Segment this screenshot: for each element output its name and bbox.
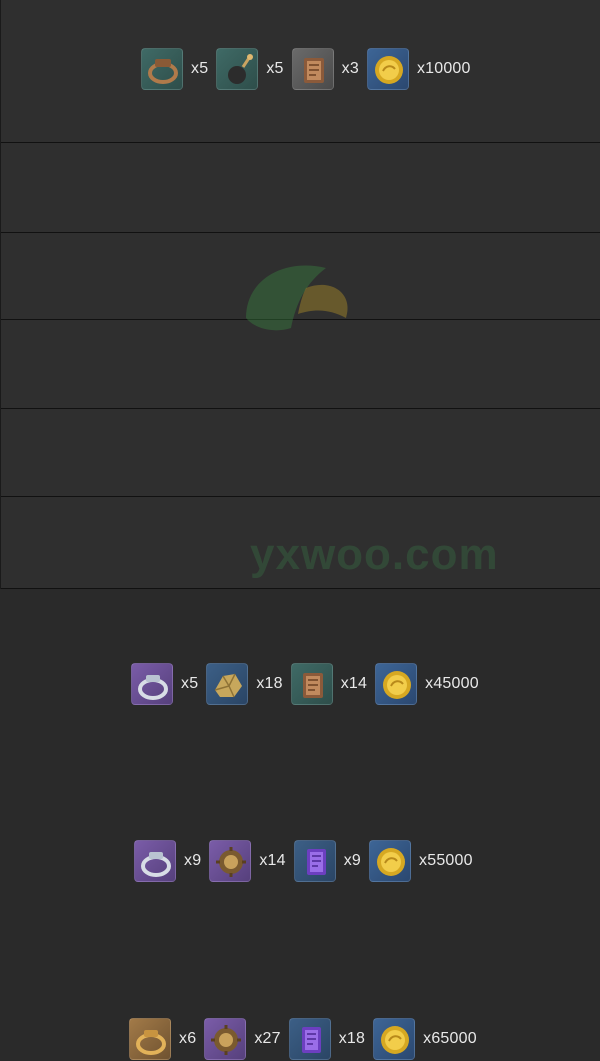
gold-coin-icon [366,48,409,90]
purple-scroll-icon [293,840,336,882]
reward-items: x6 x27 x18 x65000 [129,1017,485,1061]
reward-item: x5 [216,48,283,90]
ring-gold-icon [129,1018,171,1060]
reward-items: x5 x5 x3 x10000 [141,47,479,91]
reward-item: x27 [204,1018,281,1060]
item-quantity: x5 [191,60,209,77]
reward-item: x18 [288,1018,366,1060]
item-quantity: x14 [259,852,286,869]
item-quantity: x5 [181,675,199,692]
reward-row-5: x9 x14 x9 x55000 [1,409,600,882]
item-quantity: x9 [184,852,202,869]
item-quantity: x6 [179,1030,197,1047]
gear-orb-icon [209,840,252,882]
reward-item: x55000 [369,840,473,882]
reward-row-2: x5x18x12x20000 [1,143,600,351]
reward-row-6: x6 x27 x18 x65000 [1,497,600,1060]
gold-coin-icon [375,663,418,705]
item-quantity: x3 [341,60,359,77]
ring-bronze-icon [141,48,183,90]
ring-silver-icon [134,840,176,882]
item-quantity: x27 [254,1030,281,1047]
reward-row-1: x5 x5 x3 x10000 [1,0,600,143]
reward-item: x65000 [373,1018,477,1060]
reward-row-4: x5 x18 x14 x45000 [1,320,600,705]
reward-item: x9 [293,840,362,882]
reward-item: x45000 [375,663,479,705]
reward-item: x10000 [366,48,471,90]
ring-silver-icon [131,663,173,705]
reward-item: x9 [134,840,201,882]
reward-items: x5 x18 x14 x45000 [131,662,487,706]
item-quantity: x18 [338,1030,366,1047]
item-quantity: x5 [266,60,284,77]
item-quantity: x9 [343,852,362,869]
ore-icon [206,663,249,705]
purple-scroll-icon [288,1018,331,1060]
scroll-icon [290,663,333,705]
reward-item: x6 [129,1018,196,1060]
reward-item: x14 [290,663,368,705]
item-quantity: x55000 [419,852,473,869]
reward-table: x5 x5 x3 x10000 x5x18x12x20000 x9x9x9x30000… [0,0,600,1060]
reward-items: x9 x14 x9 x55000 [134,839,481,883]
item-quantity: x10000 [416,60,471,77]
reward-item: x3 [291,48,359,90]
reward-item: x18 [206,663,283,705]
reward-item: x5 [141,48,208,90]
item-quantity: x18 [256,675,283,692]
reward-row-3: x9x9x9x30000 [1,233,600,530]
gold-coin-icon [373,1018,416,1060]
gear-orb-icon [204,1018,247,1060]
bomb-icon [216,48,259,90]
scroll-icon [291,48,334,90]
reward-item: x14 [209,840,286,882]
item-quantity: x14 [340,675,368,692]
item-quantity: x45000 [425,675,479,692]
reward-item: x5 [131,663,198,705]
gold-coin-icon [369,840,412,882]
item-quantity: x65000 [423,1030,477,1047]
